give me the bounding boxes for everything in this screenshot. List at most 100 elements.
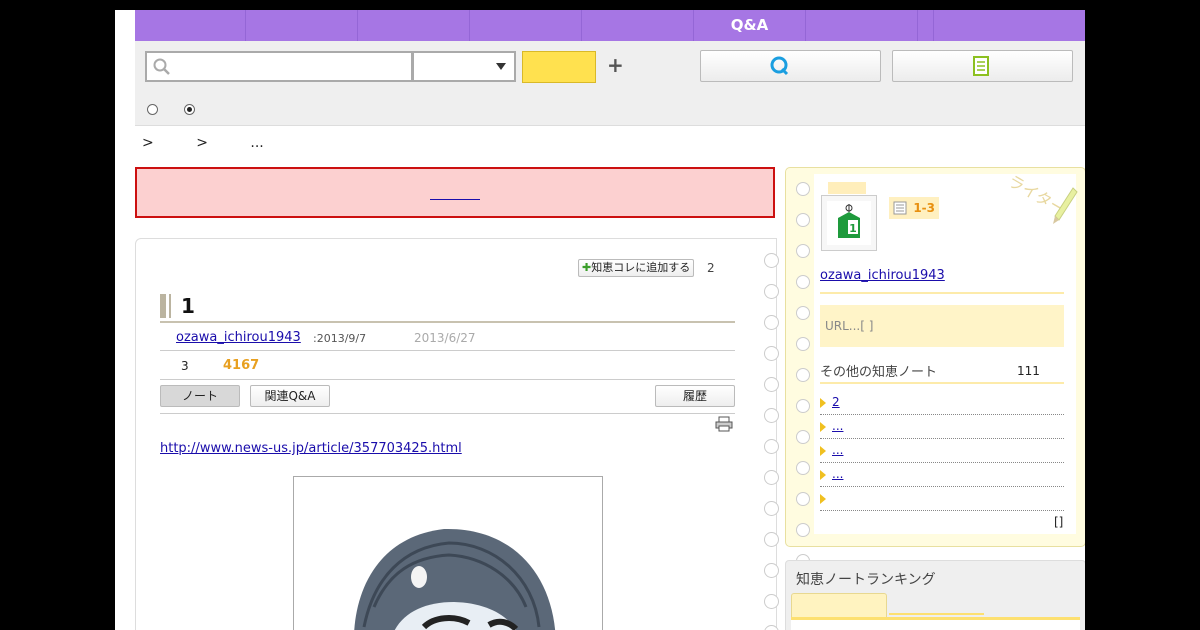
search-button[interactable] [522, 51, 596, 83]
note-title: 1 [181, 294, 195, 318]
other-notes-heading: その他の知恵ノート [820, 365, 938, 380]
binder-ring [796, 461, 810, 475]
add-to-collection-label: 知恵コレに追加する [591, 261, 691, 274]
binder-ring [764, 470, 779, 485]
nav-tab-9[interactable] [934, 10, 1085, 41]
tab-note[interactable]: ノート [160, 385, 240, 407]
title-accent-thin [169, 294, 171, 318]
binder-ring [764, 346, 779, 361]
triangle-icon [820, 398, 826, 408]
plus-icon[interactable]: + [607, 53, 624, 77]
triangle-icon [820, 422, 826, 432]
binder-ring [764, 594, 779, 609]
stat-count: 3 [181, 359, 189, 373]
binder-ring [764, 315, 779, 330]
ranking-title: 知恵ノートランキング [796, 572, 936, 588]
divider [820, 292, 1064, 294]
writer-author-link[interactable]: ozawa_ichirou1943 [820, 268, 945, 283]
binder-ring [764, 532, 779, 547]
nav-tab-qa[interactable]: Q&A [694, 10, 806, 41]
binder-ring [764, 439, 779, 454]
nav-tab-8[interactable] [918, 10, 934, 41]
created-date: :2013/9/7 [313, 332, 367, 345]
alert-link[interactable] [430, 187, 480, 200]
list-item [820, 490, 1064, 511]
writer-sidebar: 1 1-3 ライター ozawa_ichirou1943 URL...[ ] そ… [785, 167, 1085, 568]
search-icon [153, 58, 171, 80]
add-to-collection-button[interactable]: ✚知恵コレに追加する [578, 259, 695, 277]
url-box[interactable]: URL...[ ] [820, 305, 1064, 347]
nav-tab-2[interactable] [246, 10, 358, 41]
title-accent [160, 294, 166, 318]
nav-tab-5[interactable] [582, 10, 694, 41]
breadcrumb-current: ... [250, 135, 264, 151]
search-input[interactable] [145, 51, 413, 82]
note-panel: ✚知恵コレに追加する 2 1 ozawa_ichirou1943 :2013/9… [135, 238, 779, 630]
nav-tab-7[interactable] [806, 10, 918, 41]
source-link[interactable]: http://www.news-us.jp/article/357703425.… [160, 441, 462, 456]
binder-ring [796, 368, 810, 382]
other-note-link[interactable]: ... [832, 467, 843, 481]
q-icon [770, 56, 789, 76]
binder-ring [764, 625, 779, 630]
other-note-link[interactable]: ... [832, 443, 843, 457]
other-notes-count: 111 [1017, 364, 1040, 378]
search-scope-radio-1[interactable] [147, 104, 158, 115]
print-icon[interactable] [715, 416, 733, 436]
breadcrumb-sep-1: > [142, 135, 154, 151]
alert-banner [135, 167, 775, 218]
tab-related-qa[interactable]: 関連Q&A [250, 385, 330, 407]
author-link[interactable]: ozawa_ichirou1943 [176, 330, 301, 345]
divider [820, 382, 1064, 384]
divider [160, 379, 735, 380]
tab-history[interactable]: 履歴 [655, 385, 735, 407]
binder-ring [796, 399, 810, 413]
binder-ring [764, 377, 779, 392]
ranking-tab-1[interactable] [791, 593, 887, 617]
breadcrumb: > > ... [142, 135, 302, 151]
nav-tab-1[interactable] [135, 10, 246, 41]
write-note-button[interactable] [892, 50, 1073, 82]
binder-ring [796, 430, 810, 444]
sidebar-binder-rings [796, 182, 810, 585]
search-category-select[interactable] [413, 51, 516, 82]
binder-ring [764, 501, 779, 516]
binder-ring [764, 563, 779, 578]
svg-text:1: 1 [849, 222, 857, 235]
binder-ring [796, 244, 810, 258]
ranking-list [791, 620, 1080, 630]
note-icon [973, 56, 989, 76]
list-item: ... [820, 466, 1064, 487]
more-link[interactable]: [] [1054, 515, 1063, 529]
avatar[interactable]: 1 [821, 195, 877, 251]
page: Q&A + > > ... ✚知恵コレに追加する 2 1 ozawa_ichir… [115, 10, 1085, 630]
list-item: 2 [820, 394, 1064, 415]
triangle-icon [820, 446, 826, 456]
binder-ring [796, 306, 810, 320]
other-note-link[interactable]: 2 [832, 395, 840, 409]
ranking-tab-2[interactable] [889, 613, 984, 615]
binder-ring [796, 523, 810, 537]
binder-ring [796, 182, 810, 196]
list-item: ... [820, 418, 1064, 439]
note-binder-rings [764, 253, 779, 630]
divider [160, 350, 735, 351]
binder-ring [796, 337, 810, 351]
ranking-panel: 知恵ノートランキング [785, 560, 1085, 630]
rank-badge: 1-3 [889, 197, 939, 219]
triangle-icon [820, 494, 826, 504]
nav-tab-3[interactable] [358, 10, 470, 41]
binder-ring [764, 408, 779, 423]
ask-question-button[interactable] [700, 50, 881, 82]
title-divider [160, 321, 735, 323]
list-item: ... [820, 442, 1064, 463]
other-note-link[interactable]: ... [832, 419, 843, 433]
search-scope-radio-2[interactable] [184, 104, 195, 115]
chevron-down-icon [496, 63, 506, 70]
breadcrumb-sep-2: > [196, 135, 208, 151]
pencil-icon [1051, 186, 1079, 230]
nav-tab-4[interactable] [470, 10, 582, 41]
collection-count: 2 [707, 261, 715, 275]
binder-ring [764, 284, 779, 299]
divider [160, 413, 735, 414]
